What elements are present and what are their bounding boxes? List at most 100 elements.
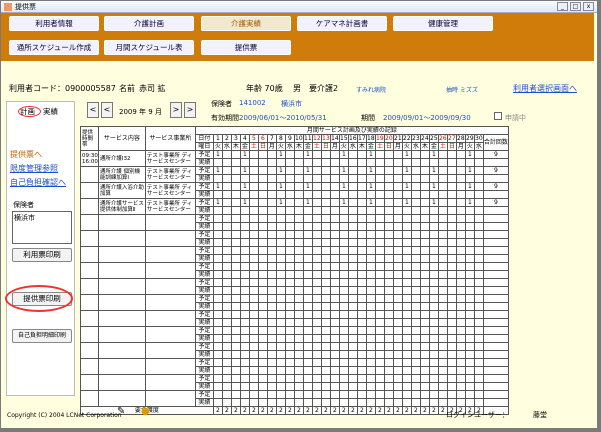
day-cell bbox=[374, 222, 385, 231]
tab-jisseki[interactable]: 実績 bbox=[43, 106, 58, 117]
next-year-button[interactable]: > bbox=[184, 102, 196, 118]
day-cell bbox=[464, 302, 475, 311]
total-cell bbox=[482, 294, 509, 303]
day-cell bbox=[311, 238, 322, 247]
maximize-button[interactable]: □ bbox=[570, 2, 581, 11]
day-cell bbox=[266, 222, 277, 231]
day-cell bbox=[284, 238, 295, 247]
nav-kenko[interactable]: 健康管理 bbox=[393, 16, 493, 31]
prev-year-button[interactable]: < bbox=[87, 102, 99, 118]
plan-label: 予定 bbox=[194, 262, 214, 271]
nav-caremane[interactable]: ケアマネ計画書 bbox=[297, 16, 387, 31]
day-cell bbox=[410, 238, 421, 247]
day-cell bbox=[293, 334, 304, 343]
riyohyo-print-button[interactable]: 利用票印刷 bbox=[12, 248, 72, 262]
day-cell bbox=[221, 238, 232, 247]
day-15: 15 bbox=[338, 134, 349, 143]
day-cell bbox=[383, 310, 394, 319]
day-cell bbox=[221, 382, 232, 391]
insurer-item[interactable]: 横浜市 bbox=[14, 213, 70, 223]
minimize-button[interactable]: _ bbox=[557, 2, 568, 11]
globe-icon[interactable]: ● bbox=[141, 406, 150, 417]
result-label: 実績 bbox=[194, 270, 214, 279]
day-cell bbox=[221, 326, 232, 335]
time-cell bbox=[80, 278, 99, 295]
nav-riyosha[interactable]: 利用者情報 bbox=[9, 16, 99, 31]
day-cell bbox=[266, 342, 277, 351]
nav-monthly-schedule[interactable]: 月間スケジュール表 bbox=[104, 40, 194, 55]
next-month-button[interactable]: > bbox=[170, 102, 182, 118]
day-cell bbox=[221, 278, 232, 287]
nav-keikaku[interactable]: 介護計画 bbox=[104, 16, 194, 31]
day-26: 26 bbox=[437, 134, 448, 143]
day-cell bbox=[464, 366, 475, 375]
day-cell bbox=[410, 286, 421, 295]
dow-23: 水 bbox=[410, 142, 421, 151]
link-jikofutan[interactable]: 自己負担確認へ bbox=[10, 177, 66, 188]
day-cell bbox=[212, 206, 223, 215]
day-cell bbox=[356, 254, 367, 263]
jikofutan-print-button[interactable]: 自己負担明細印刷 bbox=[12, 329, 72, 343]
day-cell: 1 bbox=[212, 150, 223, 159]
day-cell bbox=[293, 214, 304, 223]
day-cell bbox=[230, 182, 241, 191]
nav-teikyohyo[interactable]: 提供票 bbox=[201, 40, 291, 55]
day-cell bbox=[338, 334, 349, 343]
day-cell bbox=[230, 254, 241, 263]
day-cell bbox=[230, 238, 241, 247]
insurer-list[interactable]: 横浜市 bbox=[12, 211, 72, 244]
day-cell bbox=[428, 214, 439, 223]
plan-label: 予定 bbox=[194, 326, 214, 335]
day-cell bbox=[320, 158, 331, 167]
day-cell bbox=[419, 174, 430, 183]
day-cell bbox=[212, 326, 223, 335]
day-cell bbox=[446, 326, 457, 335]
day-cell bbox=[383, 198, 394, 207]
day-cell bbox=[311, 382, 322, 391]
day-cell bbox=[464, 358, 475, 367]
day-cell bbox=[383, 302, 394, 311]
day-cell bbox=[356, 222, 367, 231]
prev-month-button[interactable]: < bbox=[101, 102, 113, 118]
day-cell bbox=[365, 334, 376, 343]
day-cell bbox=[410, 342, 421, 351]
day-cell bbox=[464, 158, 475, 167]
day-cell bbox=[419, 350, 430, 359]
day-cell bbox=[455, 326, 466, 335]
day-cell bbox=[455, 262, 466, 271]
day-cell bbox=[293, 270, 304, 279]
day-cell bbox=[473, 214, 484, 223]
day-cell bbox=[266, 238, 277, 247]
day-cell bbox=[464, 254, 475, 263]
pencil-icon[interactable]: ✎ bbox=[117, 406, 125, 417]
day-cell bbox=[311, 302, 322, 311]
nav-jisseki[interactable]: 介護実績 bbox=[201, 16, 291, 31]
day-cell: 1 bbox=[239, 198, 250, 207]
day-cell bbox=[230, 382, 241, 391]
day-cell bbox=[230, 222, 241, 231]
shinsei-checkbox[interactable] bbox=[494, 112, 502, 120]
day-cell bbox=[320, 166, 331, 175]
link-gendo[interactable]: 限度管理参照 bbox=[10, 163, 58, 174]
day-cell bbox=[356, 206, 367, 215]
nav-tsusho-schedule[interactable]: 通所スケジュール作成 bbox=[9, 40, 99, 55]
day-cell bbox=[311, 326, 322, 335]
day-cell bbox=[293, 174, 304, 183]
time-cell bbox=[80, 342, 99, 359]
link-teikyohyo[interactable]: 提供票へ bbox=[10, 149, 42, 160]
day-cell bbox=[248, 294, 259, 303]
close-button[interactable]: x bbox=[583, 2, 594, 11]
day-cell bbox=[293, 358, 304, 367]
day-cell bbox=[419, 198, 430, 207]
day-cell bbox=[419, 222, 430, 231]
service-cell bbox=[97, 230, 146, 247]
select-user-link[interactable]: 利用者選択画面へ bbox=[513, 83, 577, 94]
copyright: Copyright (C) 2004 LCNet Corporation bbox=[7, 412, 122, 419]
day-cell bbox=[221, 174, 232, 183]
day-cell bbox=[356, 294, 367, 303]
day-cell bbox=[419, 310, 430, 319]
day-cell bbox=[212, 374, 223, 383]
day-cell bbox=[248, 254, 259, 263]
day-cell bbox=[230, 374, 241, 383]
day-cell bbox=[221, 270, 232, 279]
